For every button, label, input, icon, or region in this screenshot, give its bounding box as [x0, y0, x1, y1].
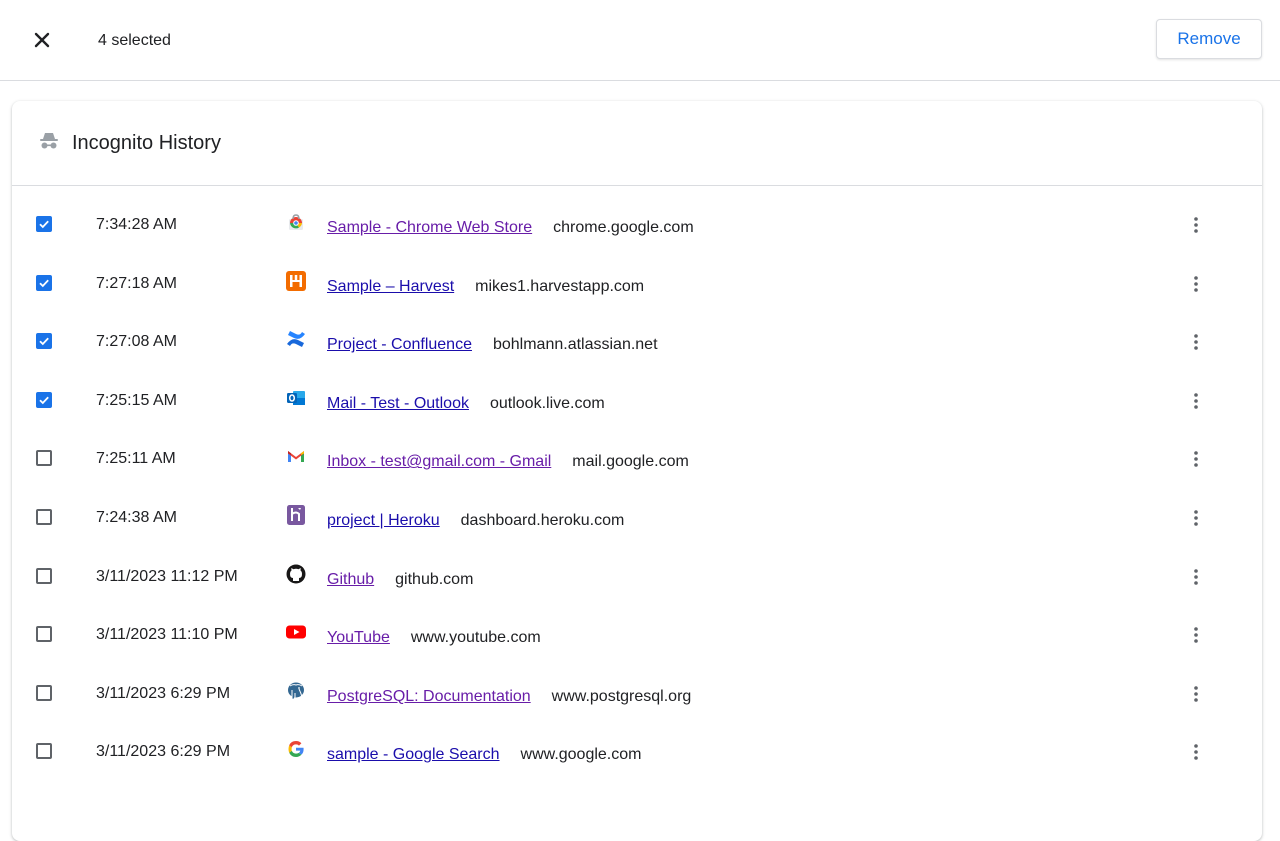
card-title: Incognito History [72, 131, 221, 155]
entry-title-link[interactable]: YouTube [327, 628, 390, 648]
entry-title-link[interactable]: project | Heroku [327, 511, 440, 531]
google-icon [286, 739, 306, 759]
entry-title-link[interactable]: Sample - Chrome Web Store [327, 218, 532, 238]
outlook-icon [286, 388, 306, 408]
history-row: 7:25:11 AM Inbox - test@gmail.com - Gmail… [12, 427, 1262, 485]
history-row: 3/11/2023 11:10 PM YouTube www.youtube.com [12, 603, 1262, 661]
history-row: 7:27:08 AM Project - Confluence bohlmann.a… [12, 310, 1262, 368]
entry-line: Mail - Test - Outlook outlook.live.com [327, 394, 605, 414]
row-checkbox[interactable] [36, 626, 52, 642]
more-vert-icon [1194, 686, 1198, 702]
entry-line: Github github.com [327, 570, 473, 590]
gmail-icon [286, 446, 306, 466]
entry-domain: github.com [395, 570, 473, 590]
row-checkbox[interactable] [36, 216, 52, 232]
history-row: 7:27:18 AM Sample – Harvest mikes1.harvest… [12, 252, 1262, 310]
visit-time: 7:34:28 AM [96, 215, 177, 235]
entry-title-link[interactable]: Sample – Harvest [327, 277, 454, 297]
entry-line: PostgreSQL: Documentation www.postgresql.… [327, 687, 691, 707]
remove-button[interactable]: Remove [1156, 19, 1262, 59]
visit-time: 3/11/2023 11:12 PM [96, 567, 238, 587]
entry-domain: dashboard.heroku.com [461, 511, 625, 531]
more-vert-icon [1194, 510, 1198, 526]
close-icon [34, 32, 50, 48]
entry-title-link[interactable]: PostgreSQL: Documentation [327, 687, 531, 707]
entry-domain: chrome.google.com [553, 218, 694, 238]
selected-count: 4 selected [98, 31, 171, 51]
history-row: 7:34:28 AM Sample - Chrome Web Store chrom… [12, 193, 1262, 251]
entry-line: project | Heroku dashboard.heroku.com [327, 511, 624, 531]
visit-time: 7:25:15 AM [96, 391, 177, 411]
more-actions-button[interactable] [1182, 621, 1210, 649]
more-vert-icon [1194, 744, 1198, 760]
github-icon [286, 564, 306, 584]
entry-title-link[interactable]: Inbox - test@gmail.com - Gmail [327, 452, 551, 472]
entry-line: Sample - Chrome Web Store chrome.google.c… [327, 218, 694, 238]
entry-domain: bohlmann.atlassian.net [493, 335, 658, 355]
more-actions-button[interactable] [1182, 387, 1210, 415]
more-vert-icon [1194, 569, 1198, 585]
row-checkbox[interactable] [36, 509, 52, 525]
postgresql-icon [286, 681, 306, 701]
history-row: 7:25:15 AM Mail - Test - Outlook outlook.l… [12, 369, 1262, 427]
more-actions-button[interactable] [1182, 328, 1210, 356]
visit-time: 7:27:18 AM [96, 274, 177, 294]
history-row: 3/11/2023 6:29 PM sample - Google Search w… [12, 720, 1262, 778]
visit-time: 7:27:08 AM [96, 332, 177, 352]
entry-domain: www.google.com [521, 745, 642, 765]
row-checkbox[interactable] [36, 743, 52, 759]
entry-title-link[interactable]: Github [327, 570, 374, 590]
heroku-icon [286, 505, 306, 525]
youtube-icon [286, 622, 306, 642]
selection-toolbar: 4 selected Remove [0, 0, 1280, 81]
entry-domain: mail.google.com [572, 452, 689, 472]
visit-time: 7:24:38 AM [96, 508, 177, 528]
entry-line: Inbox - test@gmail.com - Gmail mail.googl… [327, 452, 689, 472]
more-actions-button[interactable] [1182, 270, 1210, 298]
more-vert-icon [1194, 451, 1198, 467]
entry-line: YouTube www.youtube.com [327, 628, 541, 648]
history-row: 7:24:38 AM project | Heroku dashboard.hero… [12, 486, 1262, 544]
history-row: 3/11/2023 11:12 PM Github github.com [12, 545, 1262, 603]
more-actions-button[interactable] [1182, 680, 1210, 708]
card-header: Incognito History [12, 101, 1262, 186]
entry-title-link[interactable]: Project - Confluence [327, 335, 472, 355]
more-actions-button[interactable] [1182, 445, 1210, 473]
entry-domain: www.postgresql.org [552, 687, 692, 707]
row-checkbox[interactable] [36, 333, 52, 349]
entry-domain: www.youtube.com [411, 628, 541, 648]
entry-title-link[interactable]: sample - Google Search [327, 745, 500, 765]
more-actions-button[interactable] [1182, 738, 1210, 766]
visit-time: 3/11/2023 6:29 PM [96, 742, 230, 762]
row-checkbox[interactable] [36, 568, 52, 584]
entry-title-link[interactable]: Mail - Test - Outlook [327, 394, 469, 414]
visit-time: 3/11/2023 6:29 PM [96, 684, 230, 704]
more-vert-icon [1194, 276, 1198, 292]
harvest-icon [286, 271, 306, 291]
entry-line: sample - Google Search www.google.com [327, 745, 641, 765]
confluence-icon [286, 329, 306, 349]
visit-time: 7:25:11 AM [96, 449, 176, 469]
more-actions-button[interactable] [1182, 211, 1210, 239]
visit-time: 3/11/2023 11:10 PM [96, 625, 238, 645]
entry-domain: mikes1.harvestapp.com [475, 277, 644, 297]
entry-line: Project - Confluence bohlmann.atlassian.n… [327, 335, 658, 355]
history-card: Incognito History 7:34:28 AM Sample - Chr… [12, 101, 1262, 841]
more-actions-button[interactable] [1182, 563, 1210, 591]
incognito-icon [38, 131, 60, 151]
row-checkbox[interactable] [36, 685, 52, 701]
chrome-web-store-icon [286, 212, 306, 232]
entry-line: Sample – Harvest mikes1.harvestapp.com [327, 277, 644, 297]
row-checkbox[interactable] [36, 392, 52, 408]
history-row: 3/11/2023 6:29 PM PostgreSQL: Documentati… [12, 662, 1262, 720]
row-checkbox[interactable] [36, 275, 52, 291]
clear-selection-button[interactable] [26, 24, 58, 56]
more-vert-icon [1194, 334, 1198, 350]
row-checkbox[interactable] [36, 450, 52, 466]
more-vert-icon [1194, 627, 1198, 643]
more-vert-icon [1194, 393, 1198, 409]
more-vert-icon [1194, 217, 1198, 233]
entry-domain: outlook.live.com [490, 394, 605, 414]
more-actions-button[interactable] [1182, 504, 1210, 532]
